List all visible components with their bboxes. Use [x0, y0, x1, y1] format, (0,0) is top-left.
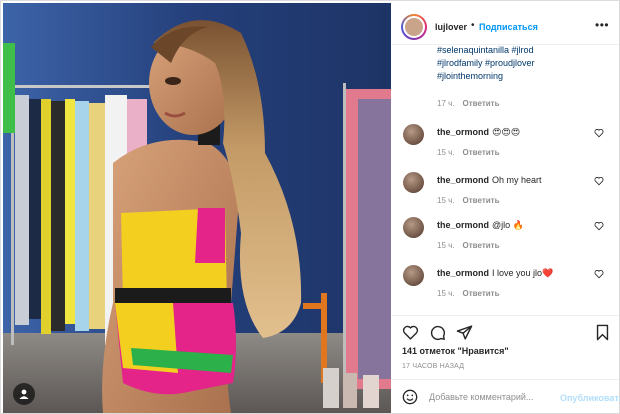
comment-reply-button[interactable]: Ответить — [463, 196, 500, 205]
comment-time: 15 ч. — [437, 196, 455, 205]
commenter-avatar[interactable] — [403, 217, 424, 238]
post-dialog: lujlover • Подписаться ••• #selenaquinta… — [0, 0, 620, 414]
header-separator: • — [471, 20, 475, 31]
comment-text: I love you jlo❤️ — [492, 268, 554, 278]
hashtag-line[interactable]: #selenaquintanilla #jlrod — [437, 46, 607, 57]
commenter-avatar[interactable] — [403, 172, 424, 193]
post-side-panel: lujlover • Подписаться ••• #selenaquinta… — [392, 3, 620, 413]
comment-reply-button[interactable]: Ответить — [463, 148, 500, 157]
post-header: lujlover • Подписаться ••• — [392, 3, 619, 45]
likes-count[interactable]: 141 отметок "Нравится" — [402, 346, 509, 356]
comment-meta: 15 ч. Ответить — [437, 196, 499, 205]
comment-meta: 15 ч. Ответить — [437, 241, 499, 250]
hashtag-line[interactable]: #jlrodfamily #proudjlover — [437, 57, 607, 70]
comment-text: 😍😍😍 — [492, 127, 521, 137]
comment-item: the_ormond @jlo 🔥 15 ч. Ответить — [392, 217, 619, 263]
bookmark-icon[interactable] — [594, 324, 611, 341]
commenter-username[interactable]: the_ormond — [437, 175, 489, 185]
caption-hashtags: #selenaquintanilla #jlrod #jlrodfamily #… — [437, 46, 607, 83]
author-avatar[interactable] — [401, 14, 427, 40]
comment-line: the_ormond I love you jlo❤️ — [437, 268, 553, 279]
comment-icon[interactable] — [429, 324, 446, 341]
comment-line: the_ormond @jlo 🔥 — [437, 220, 524, 231]
comment-item: the_ormond Oh my heart 15 ч. Ответить — [392, 172, 619, 218]
comment-time: 15 ч. — [437, 241, 455, 250]
user-icon — [19, 389, 29, 399]
comment-line: the_ormond Oh my heart — [437, 175, 542, 185]
comment-heart-icon[interactable] — [594, 269, 604, 279]
post-time: 17 ЧАСОВ НАЗАД — [402, 363, 465, 370]
publish-button[interactable]: Опубликовать — [560, 393, 620, 403]
caption-meta: 17 ч. Ответить — [437, 99, 499, 108]
comment-item: the_ormond I love you jlo❤️ 15 ч. Ответить — [392, 265, 619, 311]
comment-item: the_ormond 😍😍😍 15 ч. Ответить — [392, 124, 619, 170]
commenter-avatar[interactable] — [403, 265, 424, 286]
tagged-users-icon[interactable] — [13, 383, 35, 405]
commenter-username[interactable]: the_ormond — [437, 220, 489, 230]
post-actions — [392, 315, 619, 347]
comment-input[interactable] — [429, 388, 557, 406]
author-username[interactable]: lujlover — [435, 22, 467, 32]
comment-reply-button[interactable]: Ответить — [463, 241, 500, 250]
comment-heart-icon[interactable] — [594, 176, 604, 186]
comment-time: 15 ч. — [437, 148, 455, 157]
comment-line: the_ormond 😍😍😍 — [437, 127, 520, 138]
comment-heart-icon[interactable] — [594, 221, 604, 231]
commenter-username[interactable]: the_ormond — [437, 268, 489, 278]
comment-heart-icon[interactable] — [594, 128, 604, 138]
paper-plane-icon[interactable] — [456, 324, 473, 341]
more-options-icon[interactable]: ••• — [595, 19, 609, 31]
photo-illustration — [3, 3, 391, 413]
smiley-icon[interactable] — [402, 389, 418, 405]
post-photo[interactable] — [3, 3, 391, 413]
comment-meta: 15 ч. Ответить — [437, 289, 499, 298]
comment-time: 15 ч. — [437, 289, 455, 298]
caption-reply-button[interactable]: Ответить — [463, 99, 500, 108]
commenter-avatar[interactable] — [403, 124, 424, 145]
comments-list[interactable]: #selenaquintanilla #jlrod #jlrodfamily #… — [392, 46, 619, 311]
comment-meta: 15 ч. Ответить — [437, 148, 499, 157]
comment-composer: Опубликовать — [392, 379, 620, 413]
commenter-username[interactable]: the_ormond — [437, 127, 489, 137]
comment-text: @jlo 🔥 — [492, 220, 524, 230]
caption-time: 17 ч. — [437, 99, 455, 108]
comment-text: Oh my heart — [492, 175, 542, 185]
comment-reply-button[interactable]: Ответить — [463, 289, 500, 298]
hashtag-line[interactable]: #jlointhemorning — [437, 70, 607, 83]
follow-button[interactable]: Подписаться — [479, 22, 538, 32]
author-avatar-image — [403, 16, 425, 38]
heart-icon[interactable] — [402, 324, 419, 341]
